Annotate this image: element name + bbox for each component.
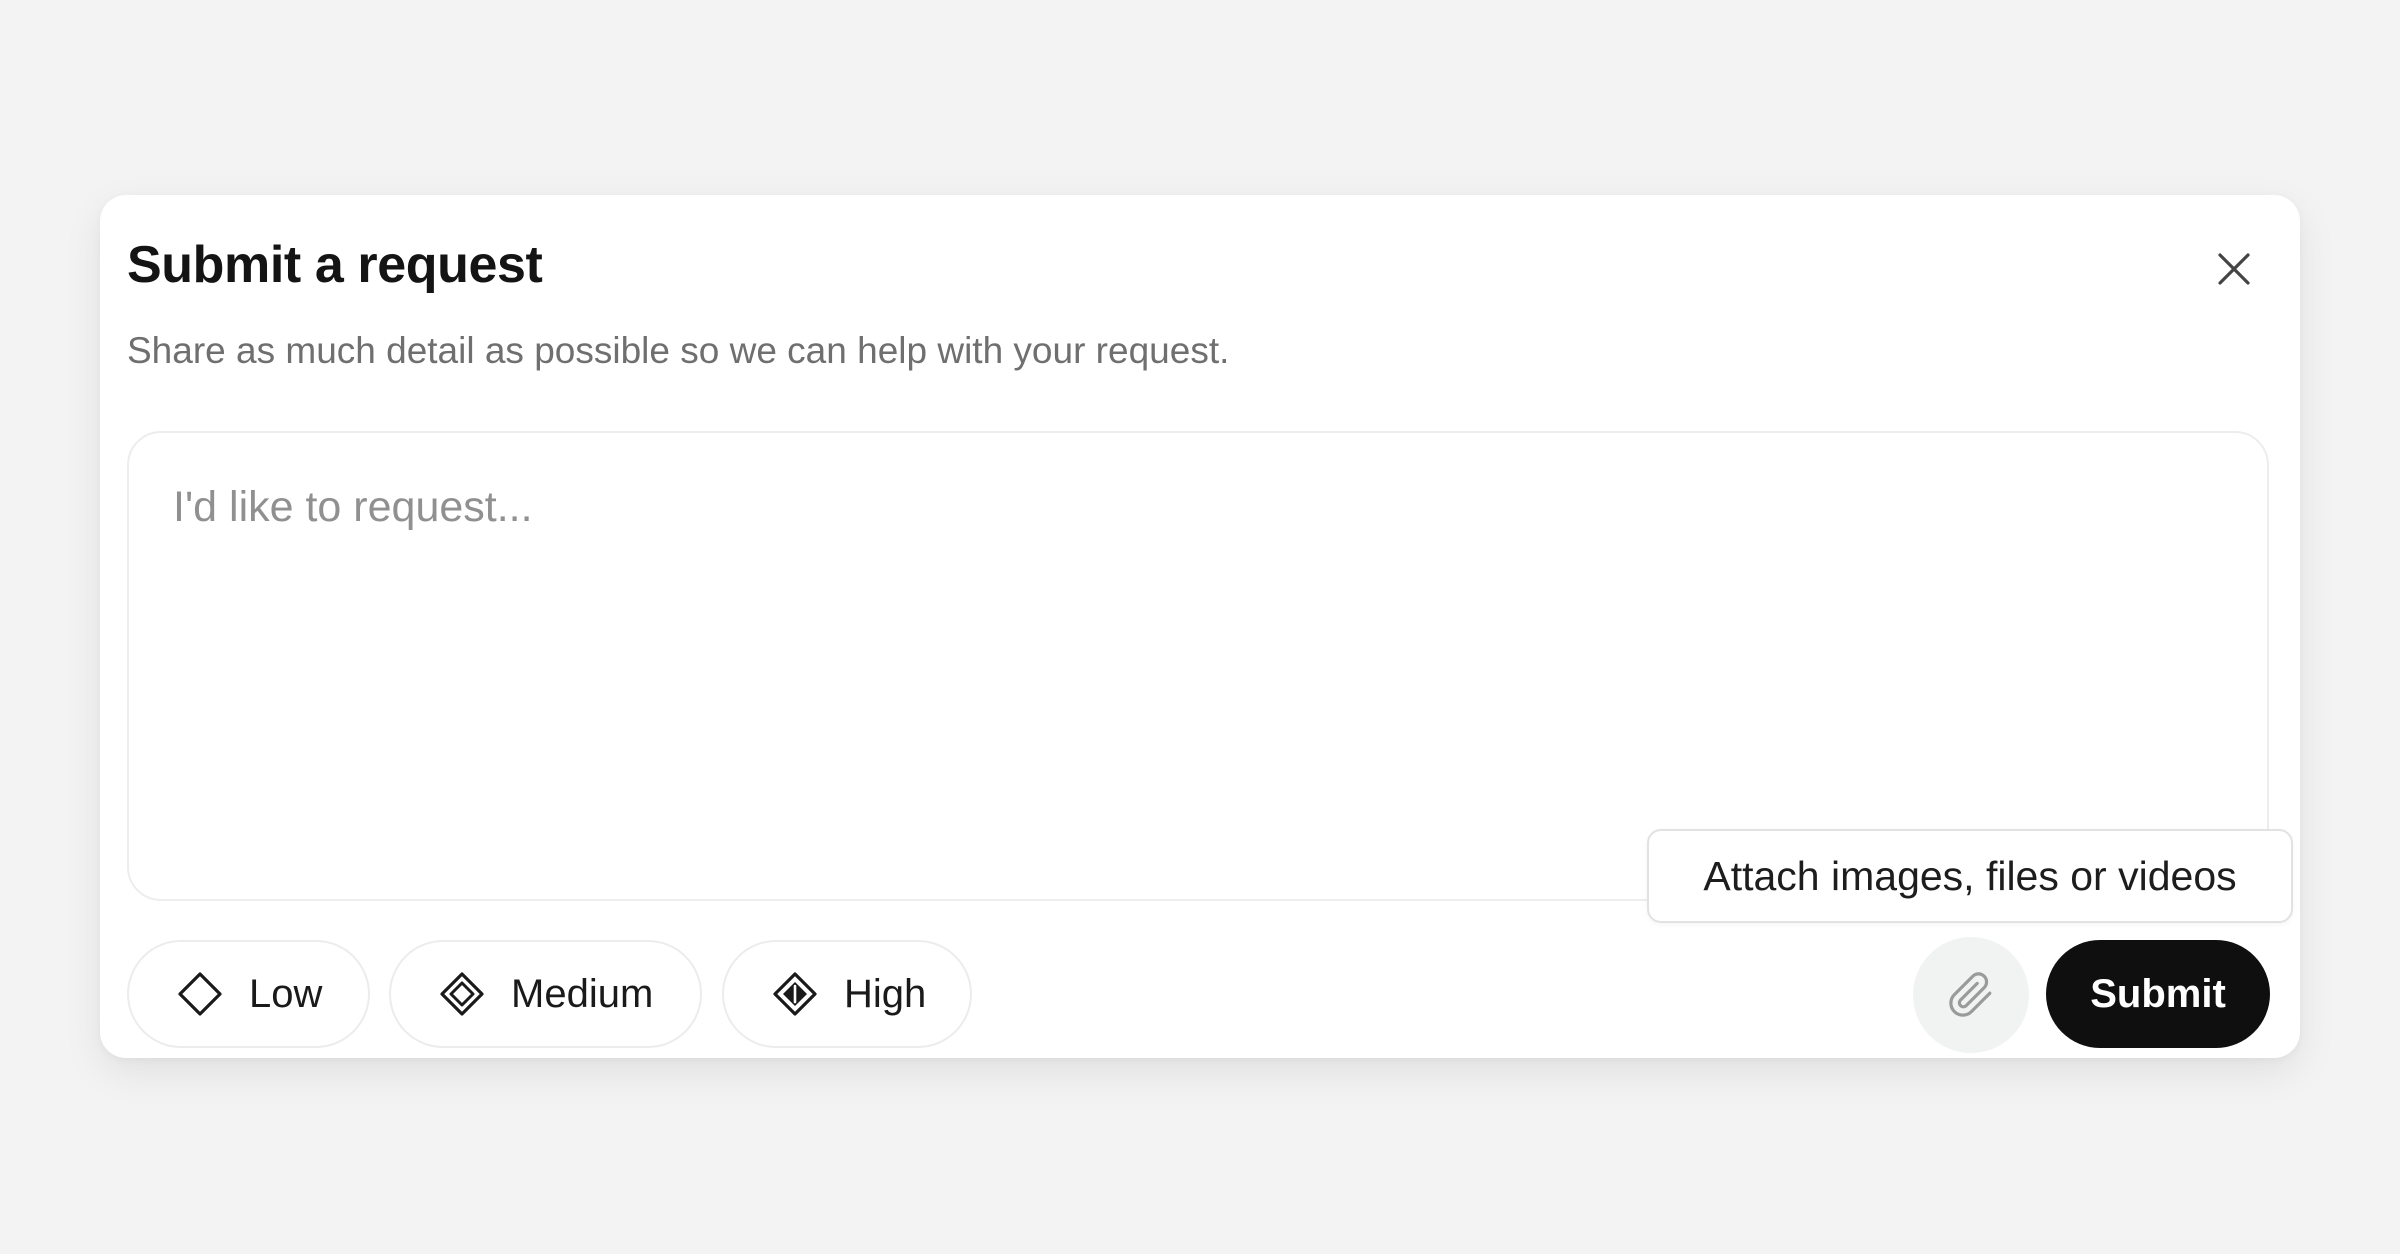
request-textarea[interactable] — [173, 483, 2213, 863]
close-button[interactable] — [2206, 241, 2262, 297]
diamond-double-outline-icon — [440, 972, 484, 1016]
dialog-subtitle: Share as much detail as possible so we c… — [127, 330, 1230, 371]
attach-button[interactable] — [1913, 937, 2029, 1053]
submit-request-dialog: Submit a request Share as much detail as… — [100, 195, 2300, 1058]
dialog-title: Submit a request — [127, 236, 543, 294]
priority-low-label: Low — [249, 971, 323, 1016]
priority-medium-button[interactable]: Medium — [389, 940, 702, 1048]
paperclip-icon — [1949, 972, 1992, 1017]
attach-tooltip: Attach images, files or videos — [1647, 829, 2293, 923]
diamond-filled-icon — [773, 972, 817, 1016]
priority-medium-label: Medium — [511, 971, 654, 1016]
diamond-outline-icon — [178, 972, 222, 1016]
priority-low-button[interactable]: Low — [127, 940, 370, 1048]
priority-high-label: High — [844, 971, 927, 1016]
priority-high-button[interactable]: High — [722, 940, 972, 1048]
close-icon — [2218, 253, 2250, 285]
submit-button[interactable]: Submit — [2046, 940, 2270, 1048]
